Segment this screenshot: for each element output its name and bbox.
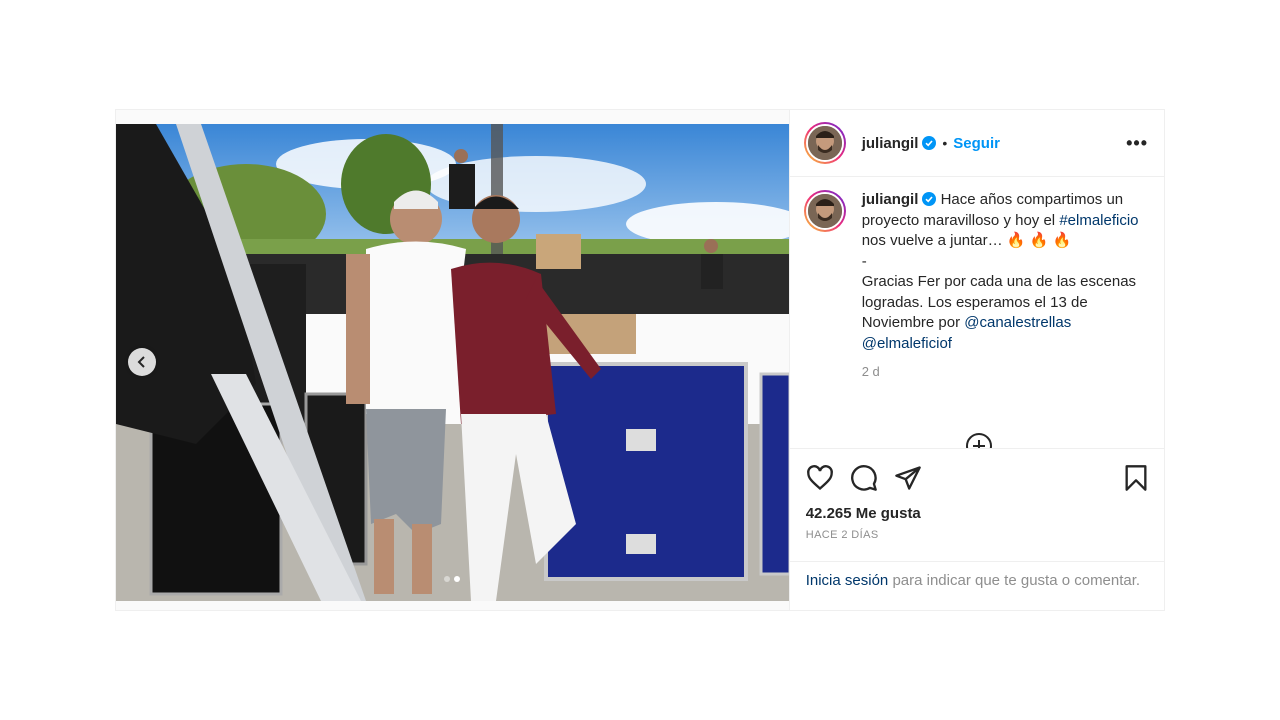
caption-text-3-block: Gracias Fer por cada una de las escenas … — [862, 272, 1142, 354]
caption-avatar[interactable] — [803, 190, 846, 232]
instagram-post: juliangil • Seguir ••• juliangil Hace añ… — [115, 109, 1165, 611]
add-comment-icon[interactable] — [965, 432, 993, 448]
caption-body: juliangil Hace años compartimos un proye… — [862, 190, 1142, 383]
caption-text-block: juliangil Hace años compartimos un proye… — [862, 190, 1142, 252]
post-photo — [116, 124, 789, 601]
post-caption: juliangil Hace años compartimos un proye… — [803, 190, 1154, 383]
post-actions: 42.265 Me gusta HACE 2 DÍAS — [789, 448, 1165, 541]
separator-dot: • — [942, 135, 948, 151]
post-media — [116, 110, 789, 610]
caption-username[interactable]: juliangil — [862, 191, 919, 208]
hashtag-link[interactable]: #elmaleficio — [1059, 212, 1138, 229]
share-icon[interactable] — [894, 464, 922, 492]
post-header: juliangil • Seguir ••• — [789, 110, 1164, 177]
caption-text-2: nos vuelve a juntar… 🔥 🔥 🔥 — [861, 232, 1072, 249]
post-sidebar: juliangil • Seguir ••• juliangil Hace añ… — [788, 110, 1165, 610]
bookmark-icon[interactable] — [1123, 464, 1149, 492]
login-link[interactable]: Inicia sesión — [806, 572, 889, 589]
chevron-left-icon — [136, 356, 148, 368]
more-icon[interactable]: ••• — [1126, 133, 1148, 154]
posted-ago: HACE 2 DÍAS — [805, 529, 879, 541]
carousel-dot[interactable] — [444, 576, 450, 582]
avatar[interactable] — [803, 122, 846, 164]
caption-dash: - — [861, 252, 867, 270]
action-icons — [806, 463, 1149, 493]
login-prompt-text: para indicar que te gusta o comentar. — [892, 572, 1141, 589]
mention-link-2[interactable]: @elmaleficiof — [862, 335, 952, 352]
verified-icon — [922, 192, 937, 206]
carousel-dots — [444, 576, 460, 582]
verified-icon — [922, 136, 937, 150]
login-prompt: Inicia sesión para indicar que te gusta … — [789, 561, 1165, 591]
author-username[interactable]: juliangil — [862, 135, 919, 152]
caption-time: 2 d — [861, 364, 880, 379]
carousel-prev-button[interactable] — [128, 348, 156, 376]
mention-link-1[interactable]: @canalestrellas — [964, 314, 1071, 331]
likes-count[interactable]: 42.265 Me gusta — [806, 505, 1149, 522]
follow-button[interactable]: Seguir — [953, 135, 1000, 152]
heart-icon[interactable] — [806, 464, 834, 492]
comment-icon[interactable] — [850, 464, 878, 492]
carousel-dot-active[interactable] — [454, 576, 460, 582]
